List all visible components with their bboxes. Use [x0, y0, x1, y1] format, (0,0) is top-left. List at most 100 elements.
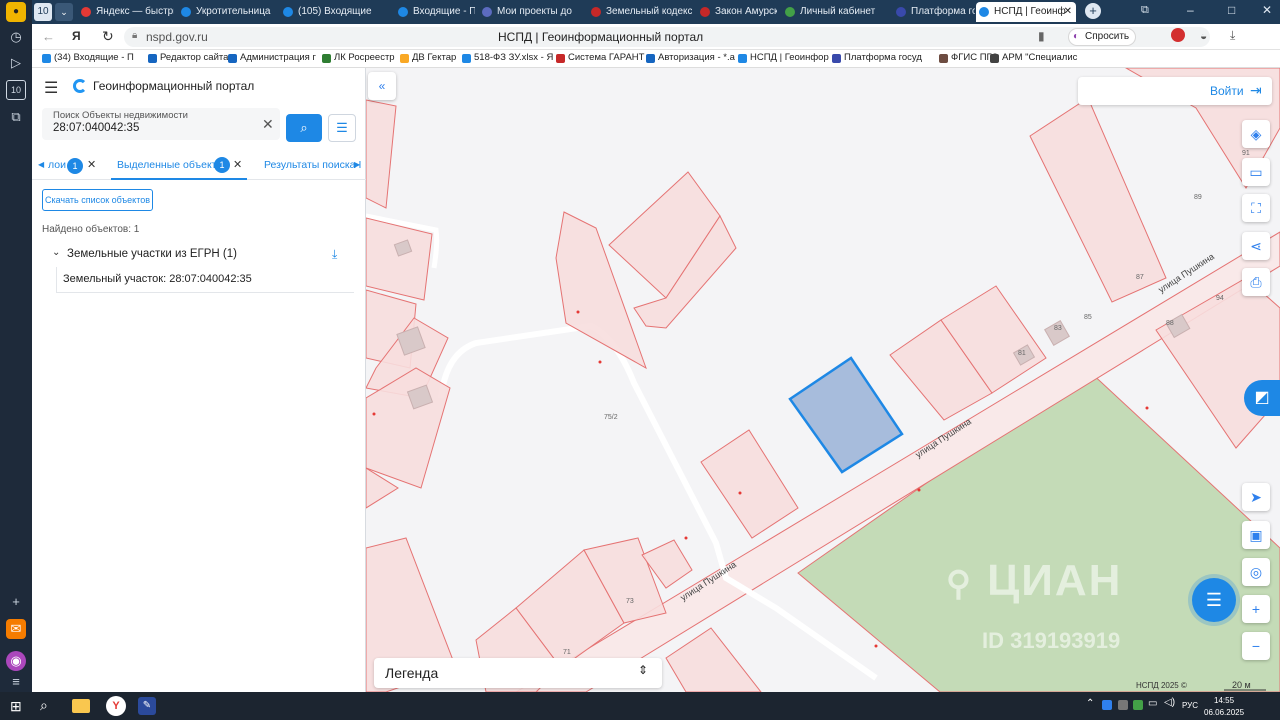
minimap-button[interactable]: ▣: [1242, 521, 1270, 549]
browser-tab[interactable]: Платформа госуд: [893, 2, 975, 22]
collections-icon[interactable]: ⧉: [1141, 4, 1149, 17]
tray-icon[interactable]: [1102, 700, 1112, 710]
browser-tab[interactable]: НСПД | Геоинф ✕: [976, 2, 1076, 22]
chat-button[interactable]: ☰: [1192, 578, 1236, 622]
browser-tab[interactable]: Яндекс — быстрый: [78, 2, 174, 22]
parcel-marker: [1145, 406, 1149, 410]
house-number: 83: [1054, 325, 1062, 332]
group-header[interactable]: ⌄ Земельные участки из ЕГРН (1) ⤓: [52, 247, 348, 265]
tab-selected-objects[interactable]: Выделенные объекты 1 ✕: [111, 154, 247, 180]
select-area-button[interactable]: ⛶: [1242, 194, 1270, 222]
yandex-icon[interactable]: Я: [72, 29, 81, 43]
url-field[interactable]: 🔒︎ nspd.gov.ru НСПД | Геоинформационный …: [124, 27, 1210, 47]
input-language[interactable]: РУС: [1182, 701, 1198, 710]
taskbar-app-icon[interactable]: ✎: [138, 697, 156, 715]
portal-logo-icon: [73, 79, 87, 93]
result-list-item[interactable]: Земельный участок: 28:07:040042:35: [56, 267, 354, 293]
legend-dropdown[interactable]: Легенда ⇕: [374, 658, 662, 688]
tab-close-icon[interactable]: ✕: [1064, 2, 1072, 22]
group-download-icon[interactable]: ⤓: [332, 247, 337, 262]
yandex-browser-icon[interactable]: Y: [106, 696, 126, 716]
minimize-icon[interactable]: –: [1187, 3, 1194, 17]
bookmark-item[interactable]: АРМ "Специалис: [990, 52, 1077, 63]
parcel-marker: [684, 536, 688, 540]
clear-search-icon[interactable]: ✕: [262, 116, 274, 133]
browser-tab[interactable]: Входящие - Почта: [395, 2, 475, 22]
volume-icon[interactable]: ◁): [1164, 697, 1175, 708]
extension-icon[interactable]: [1171, 28, 1185, 42]
mail-app-icon[interactable]: ✉: [6, 619, 26, 639]
sidebar-menu-icon[interactable]: ≡: [6, 672, 26, 692]
back-icon[interactable]: ←: [42, 29, 55, 44]
geolocation-button[interactable]: ◎: [1242, 558, 1270, 586]
locate-button[interactable]: ➤: [1242, 483, 1270, 511]
bookmark-star-icon[interactable]: ▮: [1038, 29, 1045, 43]
login-button[interactable]: Войти ⇥: [1078, 77, 1272, 105]
tabs-scroll-left-icon[interactable]: ◀: [38, 160, 44, 169]
taskbar-search-icon[interactable]: ⌕: [40, 697, 48, 714]
bookmark-item[interactable]: 518-ФЗ ЗУ.xlsx - Я: [462, 52, 553, 63]
bookmark-item[interactable]: Система ГАРАНТ: [556, 52, 644, 63]
file-explorer-icon[interactable]: [72, 699, 90, 713]
tabs-counter-icon[interactable]: 10: [6, 80, 26, 100]
zoom-in-button[interactable]: +: [1242, 595, 1270, 623]
filter-button[interactable]: ☰: [328, 114, 356, 142]
search-input[interactable]: Поиск Объекты недвижимости 28:07:040042:…: [42, 108, 280, 140]
windows-start-icon[interactable]: ⊞: [10, 698, 22, 715]
search-button[interactable]: ⌕: [286, 114, 322, 142]
tray-icon[interactable]: [1118, 700, 1128, 710]
collapse-panel-button[interactable]: «: [368, 72, 396, 100]
bookmark-item[interactable]: Авторизация - *.a: [646, 52, 735, 63]
tab-selected-objects-close-icon[interactable]: ✕: [233, 158, 242, 171]
tabs-scroll-right-icon[interactable]: ▶: [354, 160, 360, 169]
share-button[interactable]: ⋖: [1242, 232, 1270, 260]
close-window-icon[interactable]: ✕: [1262, 3, 1272, 17]
screenshot-icon[interactable]: ⧉: [6, 107, 26, 127]
tab-layers-close-icon[interactable]: ✕: [87, 158, 96, 171]
bookmark-item[interactable]: Редактор сайта а: [148, 52, 236, 63]
bookmark-item[interactable]: ЛК Росреестр: [322, 52, 395, 63]
browser-tab[interactable]: Мои проекты до: [479, 2, 585, 22]
download-list-button[interactable]: Скачать список объектов: [42, 189, 153, 211]
parcel: [366, 217, 433, 301]
tab-layers[interactable]: лои: [48, 159, 66, 171]
tab-favicon-icon: [896, 7, 906, 17]
bookmark-favicon-icon: [228, 54, 237, 63]
ask-button[interactable]: ◐ Спросить: [1068, 28, 1137, 46]
tab-search-results[interactable]: Результаты поиска I: [264, 159, 361, 171]
hamburger-menu-icon[interactable]: ☰: [44, 78, 58, 98]
maximize-icon[interactable]: □: [1228, 3, 1235, 17]
network-icon[interactable]: ▭: [1148, 698, 1157, 709]
support-widget-button[interactable]: ◩: [1244, 380, 1280, 416]
browser-tab[interactable]: Закон Амурской: [697, 2, 777, 22]
zoom-out-button[interactable]: −: [1242, 632, 1270, 660]
tab-menu-chevron-icon[interactable]: ⌄: [55, 3, 73, 21]
clock-time[interactable]: 14:55: [1214, 696, 1234, 705]
add-icon[interactable]: +: [6, 592, 26, 612]
bookmark-item[interactable]: Платформа госуд: [832, 52, 922, 63]
download-icon[interactable]: ⤓: [1230, 28, 1235, 43]
measure-button[interactable]: ▭: [1242, 158, 1270, 186]
bookmark-item[interactable]: НСПД | Геоинфор: [738, 52, 829, 63]
tray-icon[interactable]: [1133, 700, 1143, 710]
bookmark-item[interactable]: (34) Входящие - П: [42, 52, 134, 63]
reload-icon[interactable]: ↻: [102, 28, 114, 45]
bookmark-item[interactable]: Администрация г: [228, 52, 316, 63]
alice-icon[interactable]: ◉: [6, 651, 26, 671]
bookmark-item[interactable]: ДВ Гектар: [400, 52, 456, 63]
browser-tab[interactable]: Личный кабинет: [782, 2, 888, 22]
browser-tab[interactable]: (105) Входящие: [280, 2, 390, 22]
layers-button[interactable]: ◈: [1242, 120, 1270, 148]
new-tab-icon[interactable]: +: [1085, 3, 1101, 19]
browser-tab[interactable]: Укротительница: [178, 2, 274, 22]
play-icon[interactable]: ▷: [6, 53, 26, 73]
protect-icon[interactable]: ◒: [1200, 29, 1207, 43]
clock-date[interactable]: 06.06.2025: [1204, 708, 1244, 717]
print-button[interactable]: ⎙: [1242, 268, 1270, 296]
history-icon[interactable]: ◷: [6, 27, 26, 47]
user-icon[interactable]: ●: [6, 2, 26, 22]
tab-counter-button[interactable]: 10: [34, 3, 52, 21]
map-canvas[interactable]: улица Пушкина улица Пушкина улица Пушкин…: [366, 68, 1280, 692]
browser-tab[interactable]: Земельный кодекс: [588, 2, 692, 22]
tray-expand-icon[interactable]: ⌃: [1086, 698, 1094, 709]
